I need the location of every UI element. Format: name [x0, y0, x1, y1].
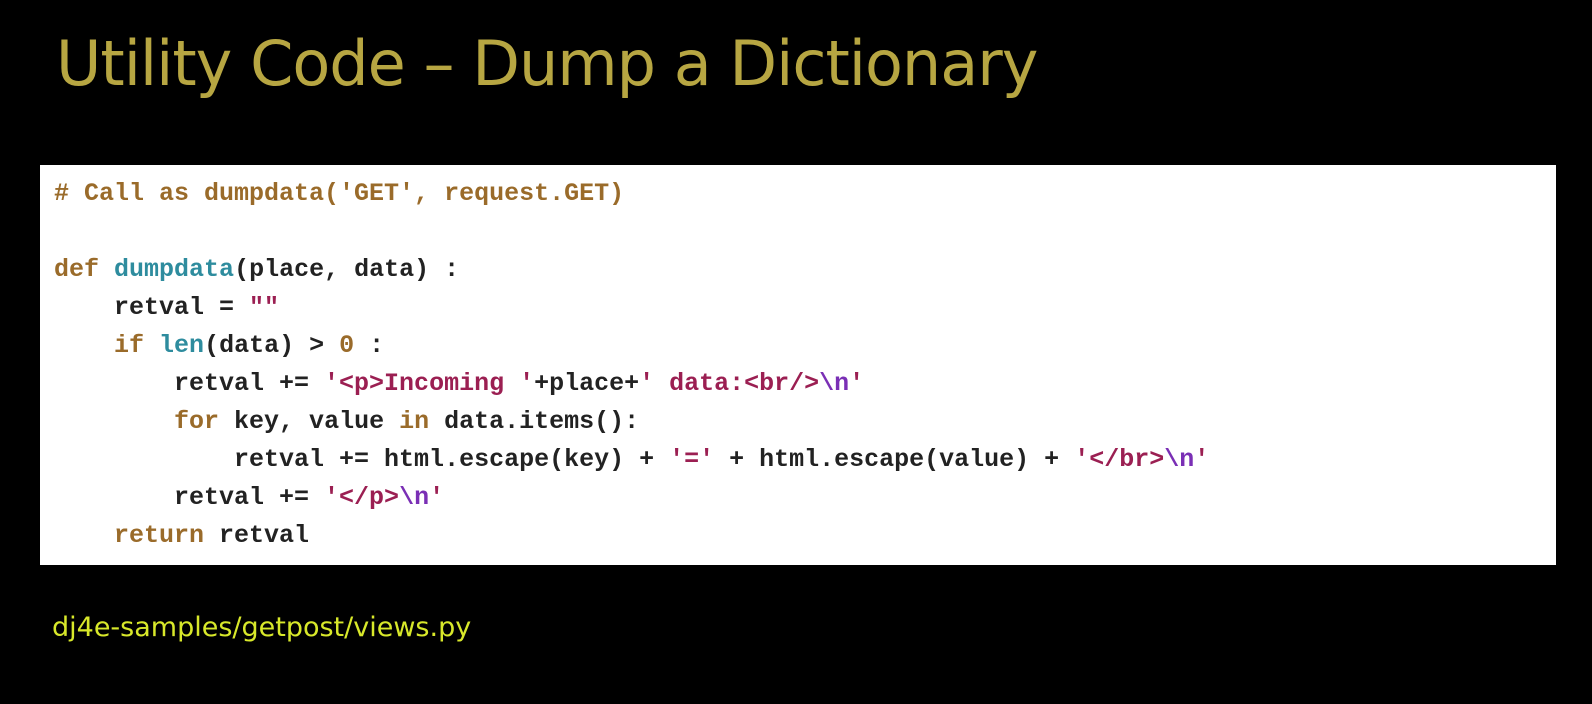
code-token-plain: retval +=	[54, 369, 325, 398]
code-token-kw: return	[114, 521, 205, 550]
source-file-path: dj4e-samples/getpost/views.py	[52, 612, 472, 643]
code-token-str: '	[1194, 445, 1210, 474]
code-line: return retval	[54, 517, 1556, 555]
code-token-str: '</p>	[324, 483, 400, 512]
code-line: if len(data) > 0 :	[54, 327, 1556, 365]
code-token-esc: \n	[1164, 445, 1195, 474]
code-token-plain: retval	[204, 521, 310, 550]
code-line: for key, value in data.items():	[54, 403, 1556, 441]
code-token-plain: (place, data) :	[234, 255, 460, 284]
code-token-plain: (data) >	[204, 331, 340, 360]
code-listing: # Call as dumpdata('GET', request.GET) d…	[54, 175, 1556, 555]
code-token-plain: +place+	[534, 369, 640, 398]
code-token-str: ""	[249, 293, 280, 322]
code-token-plain: + html.escape(value) +	[714, 445, 1075, 474]
code-token-str: '</br>	[1074, 445, 1165, 474]
code-block: # Call as dumpdata('GET', request.GET) d…	[40, 165, 1556, 565]
code-token-num: 0	[339, 331, 355, 360]
code-line: retval = ""	[54, 289, 1556, 327]
code-token-plain: retval +=	[54, 483, 325, 512]
code-line: retval += '<p>Incoming '+place+' data:<b…	[54, 365, 1556, 403]
code-token-builtin: len	[159, 331, 205, 360]
code-line: def dumpdata(place, data) :	[54, 251, 1556, 289]
code-token-str: ' data:<br/>	[639, 369, 820, 398]
code-token-str: '='	[669, 445, 715, 474]
code-token-str: '<p>Incoming '	[324, 369, 535, 398]
code-line: # Call as dumpdata('GET', request.GET)	[54, 175, 1556, 213]
code-line: retval += html.escape(key) + '=' + html.…	[54, 441, 1556, 479]
code-token-kw: for	[174, 407, 220, 436]
code-token-kw: in	[399, 407, 430, 436]
code-token-str: '	[849, 369, 865, 398]
code-token-comment: # Call as dumpdata('GET', request.GET)	[54, 179, 625, 208]
code-token-plain: key, value	[219, 407, 400, 436]
code-token-esc: \n	[819, 369, 850, 398]
code-token-plain: retval += html.escape(key) +	[54, 445, 670, 474]
code-token-plain: data.items():	[429, 407, 640, 436]
code-token-plain: :	[354, 331, 385, 360]
code-token-esc: \n	[399, 483, 430, 512]
code-line: retval += '</p>\n'	[54, 479, 1556, 517]
code-token-kw: def	[54, 255, 100, 284]
code-token-str: '	[429, 483, 445, 512]
code-token-fn: dumpdata	[114, 255, 235, 284]
code-token-plain: retval =	[54, 293, 250, 322]
code-token-kw: if	[114, 331, 145, 360]
slide-title: Utility Code – Dump a Dictionary	[56, 27, 1038, 100]
